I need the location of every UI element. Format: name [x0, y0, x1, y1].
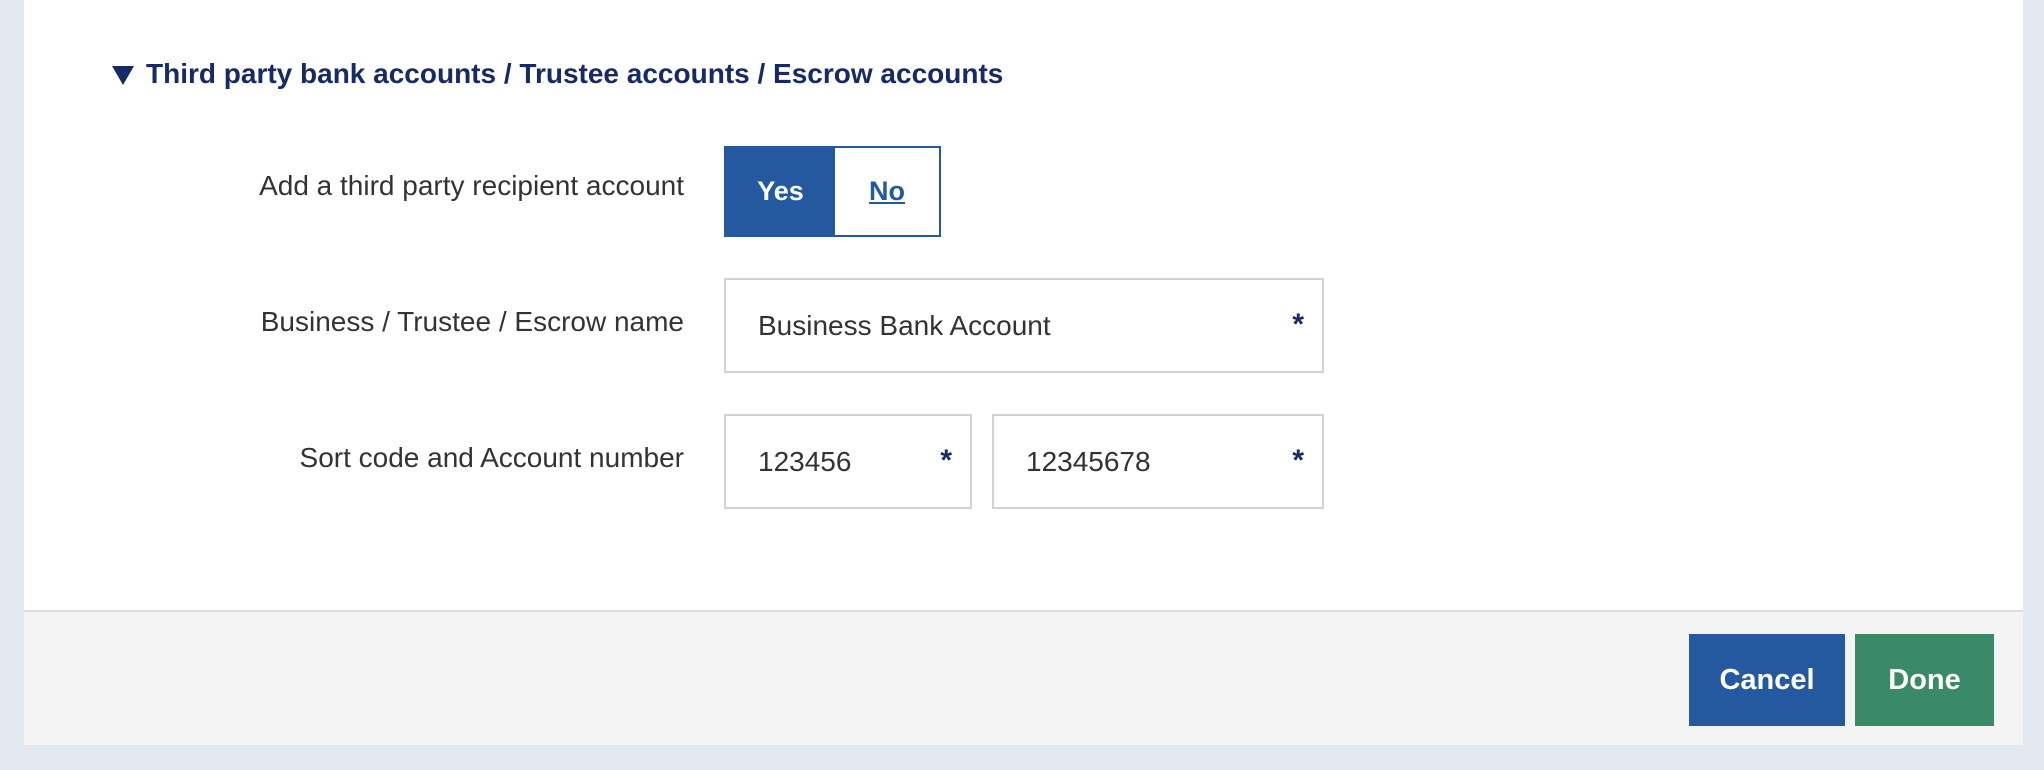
yes-option[interactable]: Yes: [726, 148, 835, 235]
section-title: Third party bank accounts / Trustee acco…: [146, 58, 1004, 89]
required-marker: *: [1292, 308, 1304, 341]
cancel-button[interactable]: Cancel: [1689, 634, 1845, 726]
account-number-field: *: [992, 414, 1324, 509]
account-number-input[interactable]: [1026, 416, 1266, 507]
required-marker: *: [1292, 444, 1304, 477]
sort-code-field: *: [724, 414, 972, 509]
third-party-toggle: Yes No: [724, 146, 941, 237]
required-marker: *: [940, 444, 952, 477]
account-label: Sort code and Account number: [299, 442, 684, 473]
sort-code-input[interactable]: [758, 416, 918, 507]
no-option[interactable]: No: [835, 148, 939, 235]
caret-down-icon: [112, 65, 134, 85]
business-name-label: Business / Trustee / Escrow name: [260, 306, 684, 337]
business-name-field: *: [724, 278, 1324, 373]
third-party-label: Add a third party recipient account: [259, 170, 684, 201]
business-name-input[interactable]: [758, 280, 1258, 371]
section-toggle[interactable]: Third party bank accounts / Trustee acco…: [112, 58, 1003, 90]
done-button[interactable]: Done: [1855, 634, 1994, 726]
form-footer: Cancel Done: [24, 610, 2023, 745]
